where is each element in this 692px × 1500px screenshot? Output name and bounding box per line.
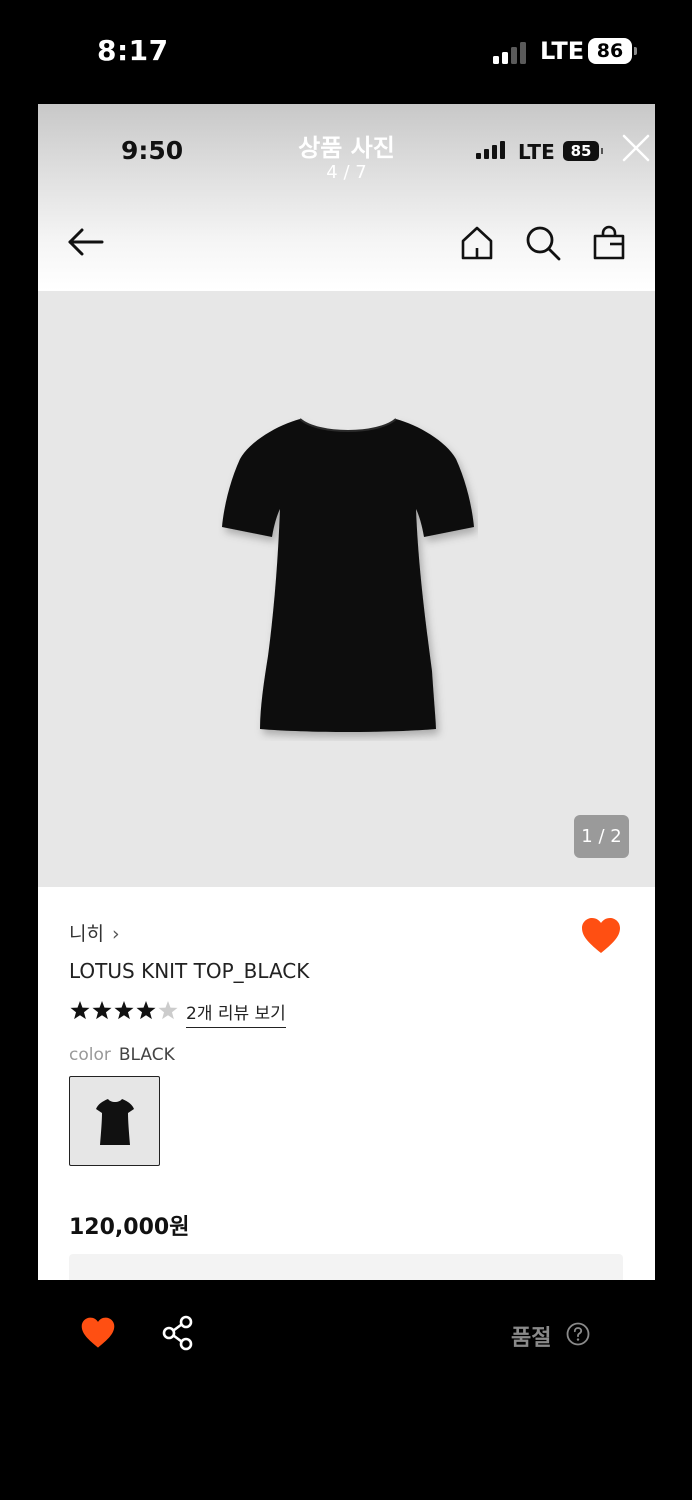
brand-link[interactable]: 니히 ›	[69, 919, 120, 946]
photo-viewer: 9:50 상품 사진 4 / 7 LTE 85 1 / 2 니히 › LOTUS…	[38, 104, 655, 1280]
inner-battery-icon: 85	[563, 141, 603, 161]
color-row: color BLACK	[69, 1045, 175, 1065]
bottom-wishlist-button[interactable]	[80, 1316, 116, 1350]
reviews-link[interactable]: 2개 리뷰 보기	[186, 999, 286, 1028]
inner-signal-icon	[476, 141, 508, 159]
share-icon	[162, 1315, 193, 1351]
product-info: 니히 › LOTUS KNIT TOP_BLACK 2개 리뷰 보기 color B…	[38, 887, 655, 1280]
question-circle-icon	[566, 1322, 590, 1346]
outer-network-label: LTE	[540, 37, 585, 65]
product-name: LOTUS KNIT TOP_BLACK	[69, 959, 310, 983]
heart-icon	[582, 918, 620, 953]
share-button[interactable]	[160, 1314, 196, 1352]
star-filled-icon	[136, 1001, 156, 1020]
shopping-bag-icon	[593, 225, 625, 260]
product-photo[interactable]: 1 / 2	[38, 291, 655, 887]
outer-battery-icon: 86	[588, 38, 637, 64]
color-label: color	[69, 1045, 111, 1065]
outer-status-time: 8:17	[97, 34, 169, 67]
search-icon	[526, 226, 561, 261]
outer-signal-icon	[493, 40, 529, 64]
color-swatch[interactable]	[69, 1076, 160, 1166]
inner-network-label: LTE	[518, 140, 555, 164]
brand-name: 니히	[69, 923, 104, 945]
close-icon	[622, 134, 650, 162]
product-price: 120,000원	[69, 1215, 190, 1240]
heart-icon	[81, 1317, 115, 1348]
star-filled-icon	[70, 1001, 90, 1020]
tshirt-image	[222, 418, 474, 732]
sold-out-help-button[interactable]	[566, 1322, 590, 1346]
star-filled-icon	[114, 1001, 134, 1020]
cart-button[interactable]	[590, 224, 628, 262]
sold-out-status: 품절	[511, 1326, 552, 1351]
rating-stars	[70, 1001, 178, 1020]
outer-status-bar: 8:17 LTE 86	[0, 0, 692, 104]
color-value: BLACK	[118, 1045, 175, 1065]
arrow-left-icon	[68, 228, 104, 256]
star-filled-icon	[92, 1001, 112, 1020]
gallery-page-indicator: 1 / 2	[574, 815, 629, 858]
home-icon	[461, 226, 493, 260]
viewer-photo-counter: 4 / 7	[326, 162, 367, 183]
star-empty-icon	[158, 1001, 178, 1020]
viewer-header: 9:50 상품 사진 4 / 7 LTE 85	[38, 104, 655, 291]
close-viewer-button[interactable]	[618, 130, 654, 166]
wishlist-button[interactable]	[580, 917, 622, 955]
back-button[interactable]	[66, 224, 106, 260]
option-box	[69, 1254, 623, 1280]
tshirt-swatch-icon	[96, 1099, 134, 1145]
chevron-right-icon: ›	[111, 923, 120, 945]
search-button[interactable]	[524, 224, 562, 262]
home-button[interactable]	[458, 224, 496, 262]
